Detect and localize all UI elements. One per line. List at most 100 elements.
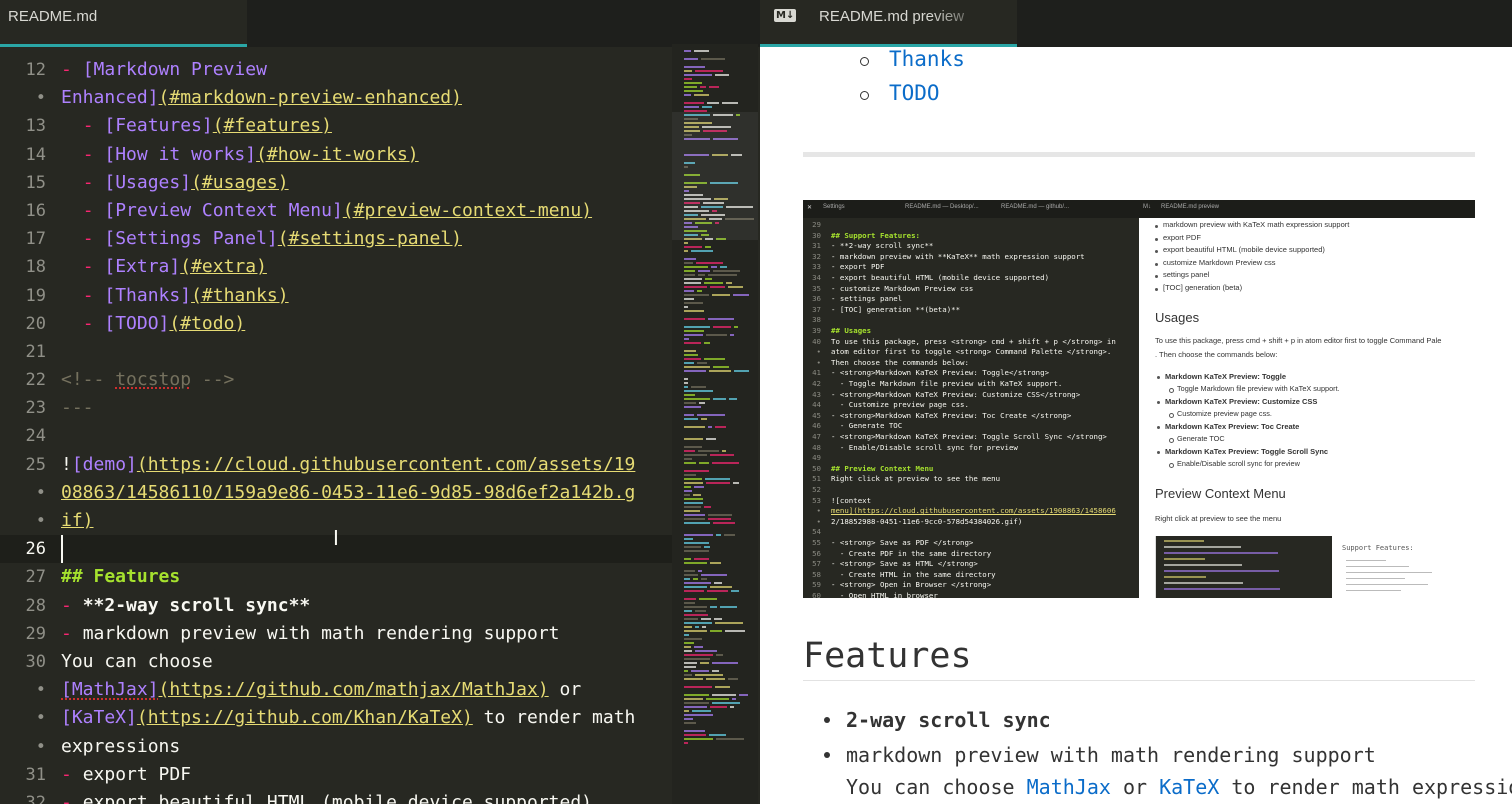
editor-line[interactable]: 32 - export beautiful HTML (mobile device… — [0, 789, 672, 804]
line-code: - [Features](#features) — [61, 112, 332, 140]
editor-line[interactable]: 13 - [Features](#features) — [0, 112, 672, 140]
minimap-line — [684, 282, 701, 284]
code-token: if) — [61, 510, 94, 531]
toc-link-thanks[interactable]: Thanks — [889, 47, 965, 71]
mathjax-link[interactable]: MathJax — [1027, 775, 1111, 799]
minimap-line — [684, 398, 710, 400]
editor-line[interactable]: • Enhanced](#markdown-preview-enhanced) — [0, 84, 672, 112]
minimap-line — [684, 562, 707, 564]
editor-line[interactable]: 16 - [Preview Context Menu](#preview-con… — [0, 197, 672, 225]
line-code: [KaTeX](https://github.com/Khan/KaTeX) t… — [61, 704, 635, 732]
editor-line[interactable]: • [MathJax](https://github.com/mathjax/Ma… — [0, 676, 672, 704]
editor-line[interactable]: 23 --- — [0, 394, 672, 422]
editor-line[interactable]: • [KaTeX](https://github.com/Khan/KaTeX) … — [0, 704, 672, 732]
editor-line[interactable]: 24 — [0, 422, 672, 450]
feature-item-math-sub: You can choose MathJax or KaTeX to rende… — [846, 775, 1512, 799]
demo-line-text: ## Usages — [831, 326, 872, 335]
editor-code-area[interactable]: 12- [Markdown Preview • Enhanced](#markdow… — [0, 56, 672, 804]
editor-line[interactable]: 14 - [How it works](#how-it-works) — [0, 141, 672, 169]
minimap-line — [684, 550, 709, 552]
demo-line-number: 48 — [812, 442, 821, 452]
minimap-line — [684, 334, 703, 336]
demo-line-number: 32 — [812, 251, 821, 261]
editor-line[interactable]: 19 - [Thanks](#thanks) — [0, 282, 672, 310]
minimap-viewport[interactable] — [672, 112, 758, 240]
editor-line[interactable]: 17 - [Settings Panel](#settings-panel) — [0, 225, 672, 253]
bullet-icon — [1157, 426, 1160, 429]
demo-image: ✕ Settings README.md — Desktop/... READM… — [803, 200, 1475, 598]
demo-sub-line — [1164, 576, 1206, 578]
editor-pane[interactable]: README.md 12- [Markdown Preview • Enhanced… — [0, 0, 760, 804]
minimap-line — [684, 586, 707, 588]
minimap-line — [684, 738, 713, 740]
editor-line[interactable]: 31- export PDF — [0, 761, 672, 789]
demo-line-number: 37 — [812, 304, 821, 314]
code-token: to render math — [472, 707, 636, 729]
demo-line-number: 36 — [812, 294, 821, 304]
minimap-line — [684, 686, 712, 688]
editor-line[interactable]: • 08863/14586110/159a9e86-0453-11e6-9d85-… — [0, 479, 672, 507]
editor-line[interactable]: 30 You can choose — [0, 648, 672, 676]
minimap-line — [704, 546, 710, 548]
editor-line[interactable]: 29- markdown preview with math rendering… — [0, 620, 672, 648]
demo-preview-text: Markdown KaTeX Preview: Toggle — [1165, 372, 1286, 381]
minimap-line — [699, 402, 705, 404]
minimap-line — [694, 50, 709, 52]
code-token: - — [61, 622, 83, 644]
minimap-line — [684, 390, 713, 392]
code-token: - — [82, 284, 105, 306]
line-code: expressions — [61, 733, 180, 761]
demo-preview-text: Enable/Disable scroll sync for preview — [1177, 459, 1300, 468]
minimap-line — [699, 462, 709, 464]
minimap-line — [684, 270, 695, 272]
code-token: - — [82, 228, 105, 250]
line-code: 08863/14586110/159a9e86-0453-11e6-9d85-9… — [61, 479, 635, 507]
editor-line[interactable]: • expressions — [0, 733, 672, 761]
minimap-line — [734, 326, 738, 328]
minimap-line — [684, 542, 709, 544]
minimap-line — [684, 518, 705, 520]
bullet-icon — [1155, 225, 1158, 228]
line-number: 23 — [25, 398, 46, 419]
code-token: (#features) — [212, 115, 332, 137]
demo-line-text: - settings panel — [831, 294, 903, 304]
demo-tab-label: Settings — [823, 204, 845, 210]
editor-line[interactable]: 28- **2-way scroll sync** — [0, 592, 672, 620]
toc-link-todo[interactable]: TODO — [889, 81, 940, 105]
line-code: - [TODO](#todo) — [61, 310, 246, 338]
minimap-line — [704, 342, 710, 344]
editor-line[interactable]: 15 - [Usages](#usages) — [0, 169, 672, 197]
demo-preview-text: [TOC] generation (beta) — [1163, 282, 1243, 292]
minimap-line — [702, 626, 706, 628]
demo-line-text: - export PDF — [831, 262, 885, 272]
katex-link[interactable]: KaTeX — [1159, 775, 1219, 799]
minimap-line — [708, 318, 734, 320]
editor-line[interactable]: 21 — [0, 338, 672, 366]
demo-preview-text: Toggle Markdown file preview with KaTeX … — [1177, 384, 1340, 393]
minimap-line — [684, 402, 696, 404]
minimap-line — [684, 514, 705, 516]
editor-line[interactable]: 27 ## Features — [0, 563, 672, 591]
minimap-line — [715, 622, 743, 624]
minimap-line — [695, 626, 699, 628]
minimap-line — [692, 710, 711, 712]
minimap-line — [691, 386, 706, 388]
editor-line[interactable]: 22 <!-- tocstop --> — [0, 366, 672, 394]
minimap-line — [684, 662, 697, 664]
markdown-icon: M↓ — [774, 9, 797, 22]
preview-tab[interactable]: M↓ README.md preview — [760, 0, 1017, 47]
editor-line[interactable]: 20 - [TODO](#todo) — [0, 310, 672, 338]
demo-tools-icon: ✕ — [807, 205, 813, 211]
minimap-line — [684, 318, 705, 320]
editor-line[interactable]: 25 ![demo](https://cloud.githubuserconten… — [0, 451, 672, 479]
demo-line-text: - Create PDF in the same directory — [831, 548, 992, 558]
editor-tab-readme[interactable]: README.md — [0, 0, 247, 47]
demo-sub-line — [1164, 540, 1204, 542]
editor-line[interactable]: 12- [Markdown Preview — [0, 56, 672, 84]
minimap-line — [700, 86, 706, 88]
bullet-icon — [1155, 275, 1158, 278]
editor-line[interactable]: 18 - [Extra](#extra) — [0, 253, 672, 281]
demo-preview-text: Customize preview page css. — [1177, 409, 1272, 418]
minimap-line — [731, 590, 739, 592]
